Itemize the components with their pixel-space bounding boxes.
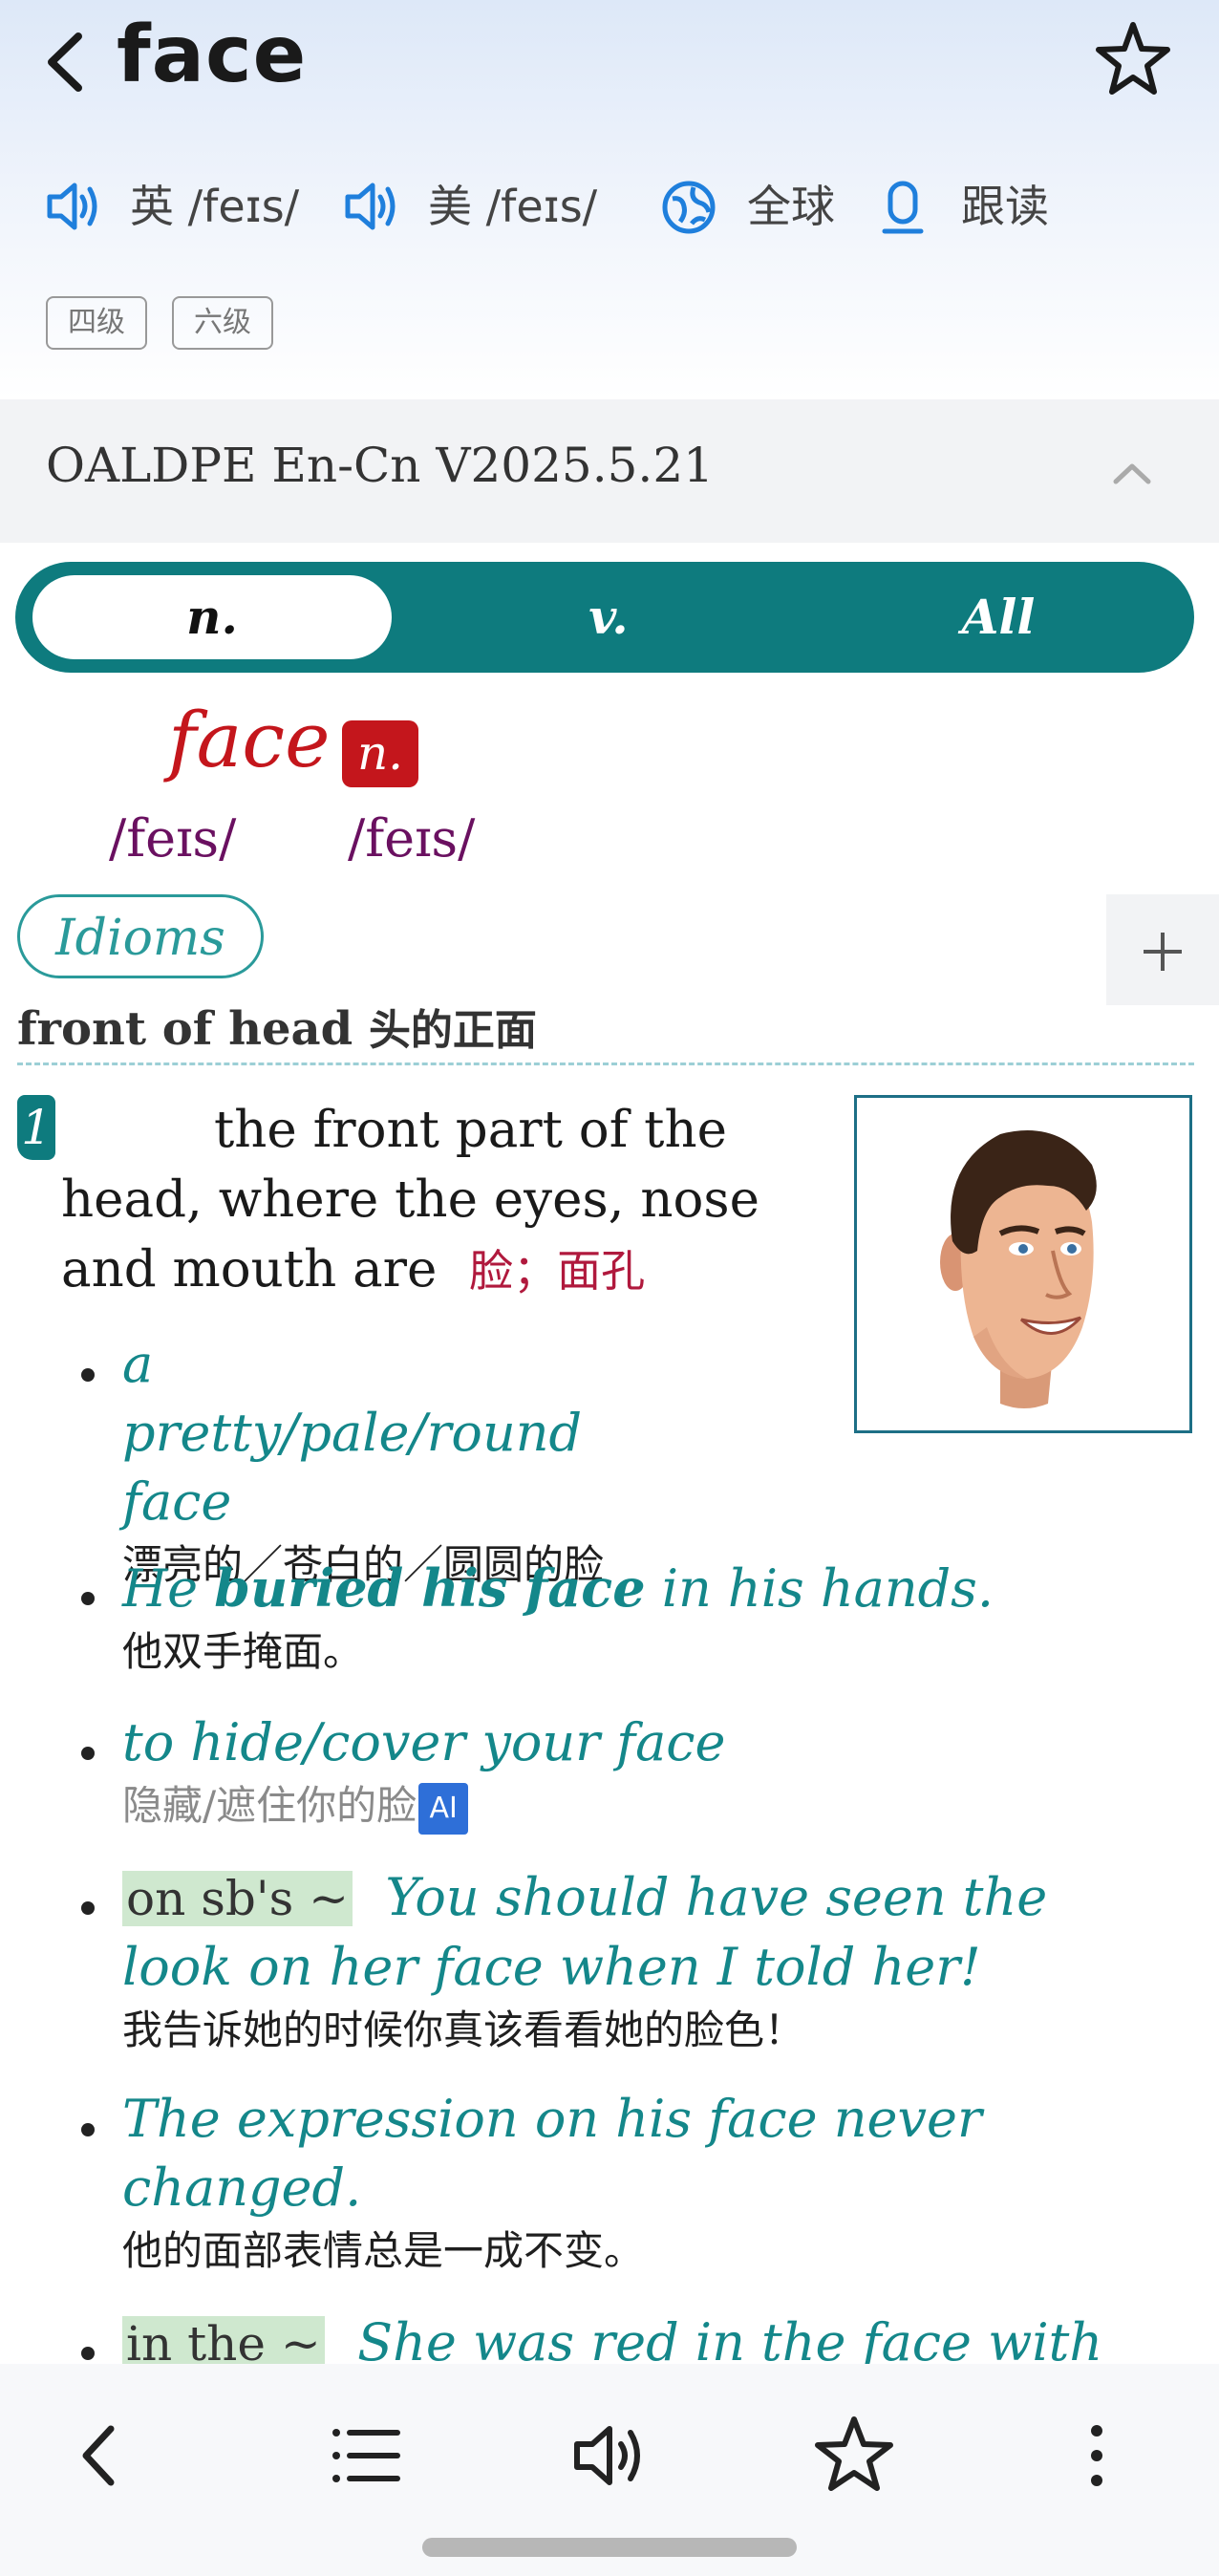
example-cn: 他双手掩面。 [122,1628,364,1675]
speaker-icon [574,2426,640,2485]
ipa-uk[interactable]: /feɪs/ [109,808,236,869]
sense-heading: front of head 头的正面 [17,996,537,1057]
example-2[interactable]: He buried his face in his hands. 他双手掩面。 [122,1554,1192,1681]
global-button[interactable] [661,180,716,234]
speaker-us-button[interactable] [342,180,396,233]
globe-icon [662,181,716,234]
star-icon [815,2416,893,2491]
sense-heading-en: front of head [17,1002,353,1056]
microphone-icon [882,181,924,234]
dictionary-name: OALDPE En-Cn V2025.5.21 [46,438,714,493]
pron-us[interactable]: 美 /feɪs/ [428,172,597,235]
chevron-left-icon [48,32,82,92]
pron-uk-ipa: /feɪs/ [187,181,300,232]
bullet [81,2123,95,2136]
list-icon [332,2429,400,2482]
face-illustration-image [940,1130,1097,1408]
example-en-highlight: buried his face [214,1557,646,1619]
grammar-pattern: on sb's ~ [122,1871,353,1926]
speaker-uk-button[interactable] [44,180,97,233]
pron-uk-label: 英 [130,181,174,232]
tab-noun-label[interactable]: n. [32,589,392,645]
tag-cet6: 六级 [172,296,273,350]
pron-us-ipa: /feɪs/ [485,181,598,232]
tag-cet4: 四级 [46,296,147,350]
speaker-button[interactable] [562,2408,657,2503]
example-en: a pretty/pale/round face [122,1334,583,1532]
bullet [81,2347,95,2360]
headword: face [168,696,331,784]
collapse-button[interactable] [1108,449,1156,497]
example-en: to hide/cover your face [122,1712,726,1772]
example-cn: 他的面部表情总是一成不变。 [122,2227,645,2274]
pos-badge: n. [342,720,418,787]
speaker-icon [47,182,97,230]
tab-verb[interactable]: v. [432,589,785,645]
example-5[interactable]: The expression on his face never changed… [122,2085,1001,2280]
home-indicator[interactable] [422,2538,797,2557]
back-button[interactable] [38,19,96,105]
ai-translation-badge[interactable]: AI [418,1782,469,1835]
sense-number: 1 [17,1095,55,1160]
plus-icon [1144,933,1182,971]
star-icon [1096,22,1170,95]
example-en: The expression on his face never changed… [122,2089,982,2218]
example-en: He buried his face in his hands. [122,1554,1192,1623]
example-en-post: in his hands. [645,1558,994,1619]
bullet [81,1901,95,1915]
example-cn: 隐藏/遮住你的脸 AI [122,1777,1192,1835]
more-vertical-icon [1091,2425,1102,2486]
global-label[interactable]: 全球 [747,172,835,235]
example-en-pre: He [122,1558,215,1619]
previous-button[interactable] [52,2408,147,2503]
speaker-icon [345,182,396,230]
favorite-button[interactable] [1095,17,1171,99]
definition-en: the front part of the head, where the ey… [61,1101,759,1299]
tab-all[interactable]: All [822,589,1175,645]
follow-read-button[interactable] [877,180,930,234]
example-cn: 我告诉她的时候你真该看看她的脸色！ [122,2007,805,2053]
idioms-button[interactable]: Idioms [17,894,264,978]
example-3[interactable]: to hide/cover your face 隐藏/遮住你的脸 AI [122,1708,1192,1835]
more-button[interactable] [1049,2408,1144,2503]
pron-us-label: 美 [428,181,472,232]
example-en: on sb's ~ You should have seen the look … [122,1863,1078,2002]
divider [17,1063,1194,1065]
definition-cn: 脸；面孔 [469,1245,646,1297]
list-button[interactable] [319,2408,415,2503]
definition: the front part of the head, where the ey… [61,1095,864,1306]
face-illustration[interactable] [854,1095,1192,1433]
follow-read-label[interactable]: 跟读 [961,172,1049,235]
example-cn-text: 隐藏/遮住你的脸 [122,1782,417,1829]
chevron-left-icon [82,2425,115,2486]
expand-button[interactable] [1106,894,1219,1005]
favorite-bottom-button[interactable] [806,2408,902,2503]
bullet [81,1368,95,1382]
bullet [81,1592,95,1605]
chevron-up-icon [1113,463,1151,484]
page-title: face [117,10,308,100]
bullet [81,1747,95,1760]
ipa-us[interactable]: /feɪs/ [348,808,475,869]
pron-uk[interactable]: 英 /feɪs/ [130,172,299,235]
sense-heading-cn: 头的正面 [368,1006,537,1055]
example-4[interactable]: on sb's ~ You should have seen the look … [122,1863,1078,2059]
